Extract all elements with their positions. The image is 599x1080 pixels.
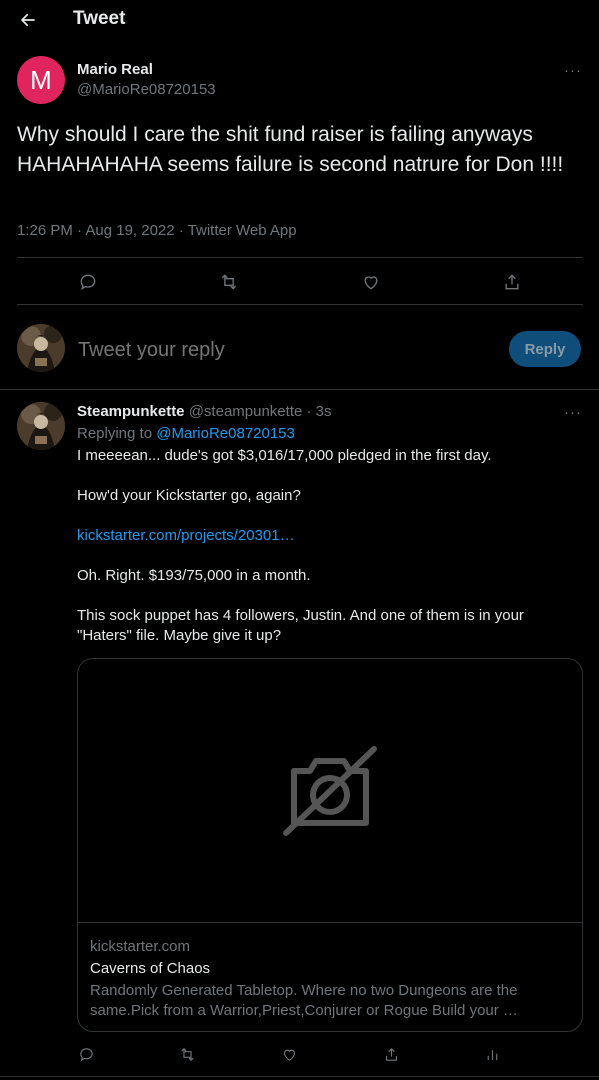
link-preview-card[interactable]: kickstarter.com Caverns of Chaos Randoml…: [77, 658, 583, 1032]
back-button[interactable]: [14, 6, 42, 34]
reply-author-handle[interactable]: @steampunkette: [189, 403, 303, 420]
reply-icon: [80, 274, 96, 291]
avatar-letter: M: [30, 64, 52, 95]
like-icon: [364, 276, 378, 290]
divider: [17, 304, 583, 305]
analytics-button[interactable]: [478, 1040, 506, 1068]
reply-more-options-button[interactable]: ···: [563, 402, 583, 422]
my-avatar[interactable]: [17, 324, 65, 372]
reply-action-bar: [17, 1040, 583, 1080]
author-handle[interactable]: @MarioRe08720153: [77, 81, 216, 98]
author-avatar[interactable]: M: [17, 56, 65, 104]
reply-text-line: How'd your Kickstarter go, again?: [77, 487, 301, 504]
reply-icon: [79, 1047, 93, 1061]
divider: [0, 1076, 599, 1077]
more-icon: ···: [564, 61, 582, 79]
share-icon: [385, 1047, 397, 1061]
reply-author-avatar[interactable]: [17, 402, 65, 450]
tweet-text: Why should I care the shit fund raiser i…: [17, 123, 564, 176]
reply-input[interactable]: [78, 336, 378, 364]
top-bar: Tweet: [0, 0, 599, 40]
author-name[interactable]: Mario Real: [77, 61, 153, 78]
tweet-meta[interactable]: 1:26 PM · Aug 19, 2022 · Twitter Web App: [17, 222, 297, 239]
share-button[interactable]: [498, 268, 526, 296]
reply-author-name[interactable]: Steampunkette: [77, 403, 185, 420]
reply-submit-button[interactable]: Reply: [509, 331, 581, 367]
retweet-button[interactable]: [173, 1040, 201, 1068]
card-title: Caverns of Chaos: [90, 960, 211, 977]
like-button[interactable]: [357, 268, 385, 296]
separator-dot: ·: [306, 403, 312, 420]
more-options-button[interactable]: ···: [563, 60, 583, 80]
avatar-image: [17, 402, 65, 450]
replying-to-label: Replying to: [77, 425, 153, 442]
share-icon: [505, 274, 519, 290]
card-description: Randomly Generated Tabletop. Where no tw…: [90, 982, 518, 1019]
kickstarter-link[interactable]: kickstarter.com/projects/20301…: [77, 526, 577, 546]
share-button[interactable]: [377, 1040, 405, 1068]
retweet-icon: [221, 274, 237, 290]
divider: [17, 257, 583, 258]
replying-to: Replying to @MarioRe08720153: [77, 425, 295, 442]
replying-to-mention[interactable]: @MarioRe08720153: [156, 425, 295, 442]
tweet-action-bar: [17, 260, 583, 304]
retweet-icon: [180, 1047, 194, 1061]
page-title: Tweet: [73, 8, 126, 29]
card-media: [78, 659, 582, 923]
reply-timestamp[interactable]: 3s: [316, 403, 332, 420]
more-icon: ···: [564, 403, 582, 421]
reply-button[interactable]: [72, 1040, 100, 1068]
reply-author-line: Steampunkette @steampunkette · 3s: [77, 403, 332, 420]
like-button[interactable]: [275, 1040, 303, 1068]
reply-button[interactable]: [74, 268, 102, 296]
reply-text-line: I meeeean... dude's got $3,016/17,000 pl…: [77, 447, 492, 464]
reply-text-line: Oh. Right. $193/75,000 in a month.: [77, 567, 311, 584]
reply-text-line: This sock puppet has 4 followers, Justin…: [77, 607, 524, 624]
like-icon: [283, 1049, 295, 1061]
arrow-left-icon: [21, 13, 35, 27]
image-unavailable-icon: [283, 745, 377, 836]
card-domain: kickstarter.com: [90, 938, 191, 955]
retweet-button[interactable]: [215, 268, 243, 296]
reply-text-line: "Haters" file. Maybe give it up?: [77, 627, 282, 644]
divider: [0, 389, 599, 390]
analytics-icon: [487, 1049, 497, 1060]
avatar-image: [17, 324, 65, 372]
